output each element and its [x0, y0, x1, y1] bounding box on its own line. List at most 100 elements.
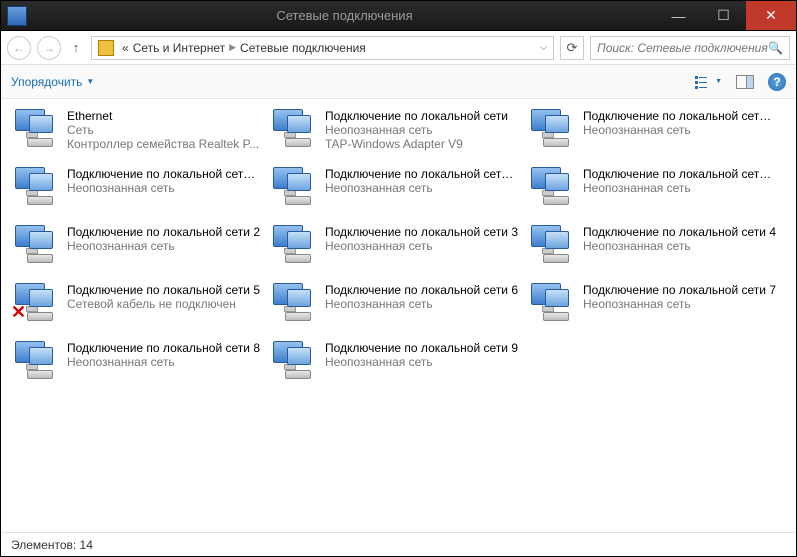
- connection-name: Подключение по локальной сети 8: [67, 341, 261, 355]
- connection-status: Неопознанная сеть: [325, 239, 519, 253]
- connection-icon: ✕: [11, 283, 59, 321]
- connection-item[interactable]: Подключение по локальной сети 10Неопозна…: [523, 107, 781, 163]
- preview-pane-button[interactable]: [736, 75, 754, 89]
- connection-item[interactable]: Подключение по локальной сети 7Неопознан…: [523, 281, 781, 337]
- connection-item[interactable]: Подключение по локальной сети 9Неопознан…: [265, 339, 523, 395]
- connection-status: Неопознанная сеть: [325, 297, 519, 311]
- connection-item[interactable]: Подключение по локальной сети 6Неопознан…: [265, 281, 523, 337]
- connection-name: Подключение по локальной сети 4: [583, 225, 777, 239]
- view-options-button[interactable]: ▼: [695, 75, 722, 89]
- connection-item[interactable]: Подключение по локальной сети 3Неопознан…: [265, 223, 523, 279]
- connection-item[interactable]: EthernetСетьКонтроллер семейства Realtek…: [7, 107, 265, 163]
- connection-icon: [527, 109, 575, 147]
- connection-status: Сетевой кабель не подключен: [67, 297, 261, 311]
- toolbar-right: ▼ ?: [695, 73, 786, 91]
- close-button[interactable]: ✕: [746, 1, 796, 30]
- connection-labels: Подключение по локальной сети 8Неопознан…: [67, 341, 261, 369]
- connection-labels: Подключение по локальной сети 12Неопозна…: [325, 167, 519, 195]
- connection-icon: [11, 225, 59, 263]
- content-area: EthernetСетьКонтроллер семейства Realtek…: [1, 99, 796, 532]
- chevron-right-icon: ▶: [229, 42, 236, 53]
- connection-status: Неопознанная сеть: [325, 123, 519, 137]
- window-buttons: ― ☐ ✕: [656, 1, 796, 30]
- connection-icon: [11, 109, 59, 147]
- connection-name: Подключение по локальной сети 5: [67, 283, 261, 297]
- connection-item[interactable]: Подключение по локальной сетиНеопознанна…: [265, 107, 523, 163]
- connection-device: TAP-Windows Adapter V9: [325, 137, 519, 151]
- connection-name: Подключение по локальной сети 10: [583, 109, 777, 123]
- connection-icon: [269, 283, 317, 321]
- connection-item[interactable]: ✕ Подключение по локальной сети 5Сетевой …: [7, 281, 265, 337]
- breadcrumb[interactable]: « Сеть и Интернет ▶ Сетевые подключения …: [91, 36, 554, 60]
- connection-labels: Подключение по локальной сети 9Неопознан…: [325, 341, 519, 369]
- disconnected-icon: ✕: [11, 302, 26, 323]
- connection-icon: [11, 167, 59, 205]
- breadcrumb-dropdown-icon[interactable]: ⌵: [540, 42, 547, 53]
- search-icon[interactable]: 🔍: [768, 41, 783, 55]
- connection-name: Подключение по локальной сети 13: [583, 167, 777, 181]
- connection-labels: Подключение по локальной сети 2Неопознан…: [67, 225, 261, 253]
- connection-name: Подключение по локальной сети: [325, 109, 519, 123]
- folder-icon: [98, 40, 114, 56]
- window-title: Сетевые подключения: [33, 8, 656, 23]
- connection-name: Подключение по локальной сети 11: [67, 167, 261, 181]
- window: Сетевые подключения ― ☐ ✕ ← → ↑ « Сеть и…: [0, 0, 797, 557]
- minimize-button[interactable]: ―: [656, 1, 701, 30]
- breadcrumb-segment[interactable]: Сеть и Интернет: [133, 41, 225, 55]
- connection-status: Неопознанная сеть: [325, 355, 519, 369]
- up-button[interactable]: ↑: [67, 40, 85, 55]
- connection-status: Неопознанная сеть: [67, 355, 261, 369]
- connection-item[interactable]: Подключение по локальной сети 11Неопозна…: [7, 165, 265, 221]
- connection-item[interactable]: Подключение по локальной сети 12Неопозна…: [265, 165, 523, 221]
- help-button[interactable]: ?: [768, 73, 786, 91]
- connection-icon: [11, 341, 59, 379]
- connection-labels: Подключение по локальной сети 4Неопознан…: [583, 225, 777, 253]
- connection-name: Ethernet: [67, 109, 261, 123]
- connection-item[interactable]: Подключение по локальной сети 13Неопозна…: [523, 165, 781, 221]
- connection-item[interactable]: Подключение по локальной сети 4Неопознан…: [523, 223, 781, 279]
- connection-icon: [269, 225, 317, 263]
- connection-status: Неопознанная сеть: [583, 297, 777, 311]
- connection-item[interactable]: Подключение по локальной сети 2Неопознан…: [7, 223, 265, 279]
- connection-icon: [269, 341, 317, 379]
- items-grid: EthernetСетьКонтроллер семейства Realtek…: [7, 107, 790, 395]
- back-button[interactable]: ←: [7, 36, 31, 60]
- connection-name: Подключение по локальной сети 12: [325, 167, 519, 181]
- connection-name: Подключение по локальной сети 2: [67, 225, 261, 239]
- connection-status: Неопознанная сеть: [67, 181, 261, 195]
- chevron-down-icon: ▼: [86, 77, 94, 86]
- connection-icon: [527, 225, 575, 263]
- connection-status: Неопознанная сеть: [583, 181, 777, 195]
- breadcrumb-prefix: «: [122, 41, 129, 55]
- connection-labels: Подключение по локальной сети 3Неопознан…: [325, 225, 519, 253]
- connection-item[interactable]: Подключение по локальной сети 8Неопознан…: [7, 339, 265, 395]
- statusbar: Элементов: 14: [1, 532, 796, 556]
- connection-device: Контроллер семейства Realtek P...: [67, 137, 261, 151]
- connection-status: Неопознанная сеть: [583, 123, 777, 137]
- connection-labels: Подключение по локальной сети 10Неопозна…: [583, 109, 777, 137]
- maximize-button[interactable]: ☐: [701, 1, 746, 30]
- breadcrumb-segment[interactable]: Сетевые подключения: [240, 41, 366, 55]
- connection-labels: Подключение по локальной сети 13Неопозна…: [583, 167, 777, 195]
- app-icon: [7, 6, 27, 26]
- connection-status: Неопознанная сеть: [583, 239, 777, 253]
- forward-button[interactable]: →: [37, 36, 61, 60]
- connection-labels: Подключение по локальной сети 11Неопозна…: [67, 167, 261, 195]
- connection-name: Подключение по локальной сети 3: [325, 225, 519, 239]
- connection-status: Сеть: [67, 123, 261, 137]
- connection-icon: [527, 283, 575, 321]
- connection-status: Неопознанная сеть: [67, 239, 261, 253]
- refresh-button[interactable]: ⟳: [560, 36, 584, 60]
- connection-labels: Подключение по локальной сетиНеопознанна…: [325, 109, 519, 151]
- chevron-down-icon: ▼: [715, 78, 722, 85]
- connection-labels: Подключение по локальной сети 5Сетевой к…: [67, 283, 261, 311]
- toolbar: Упорядочить ▼ ▼ ?: [1, 65, 796, 99]
- connection-name: Подключение по локальной сети 7: [583, 283, 777, 297]
- search-input[interactable]: [597, 41, 768, 55]
- connection-status: Неопознанная сеть: [325, 181, 519, 195]
- connection-labels: Подключение по локальной сети 6Неопознан…: [325, 283, 519, 311]
- organize-button[interactable]: Упорядочить ▼: [11, 75, 94, 89]
- navbar: ← → ↑ « Сеть и Интернет ▶ Сетевые подклю…: [1, 31, 796, 65]
- search-box[interactable]: 🔍: [590, 36, 790, 60]
- view-tiles-icon: [695, 75, 713, 89]
